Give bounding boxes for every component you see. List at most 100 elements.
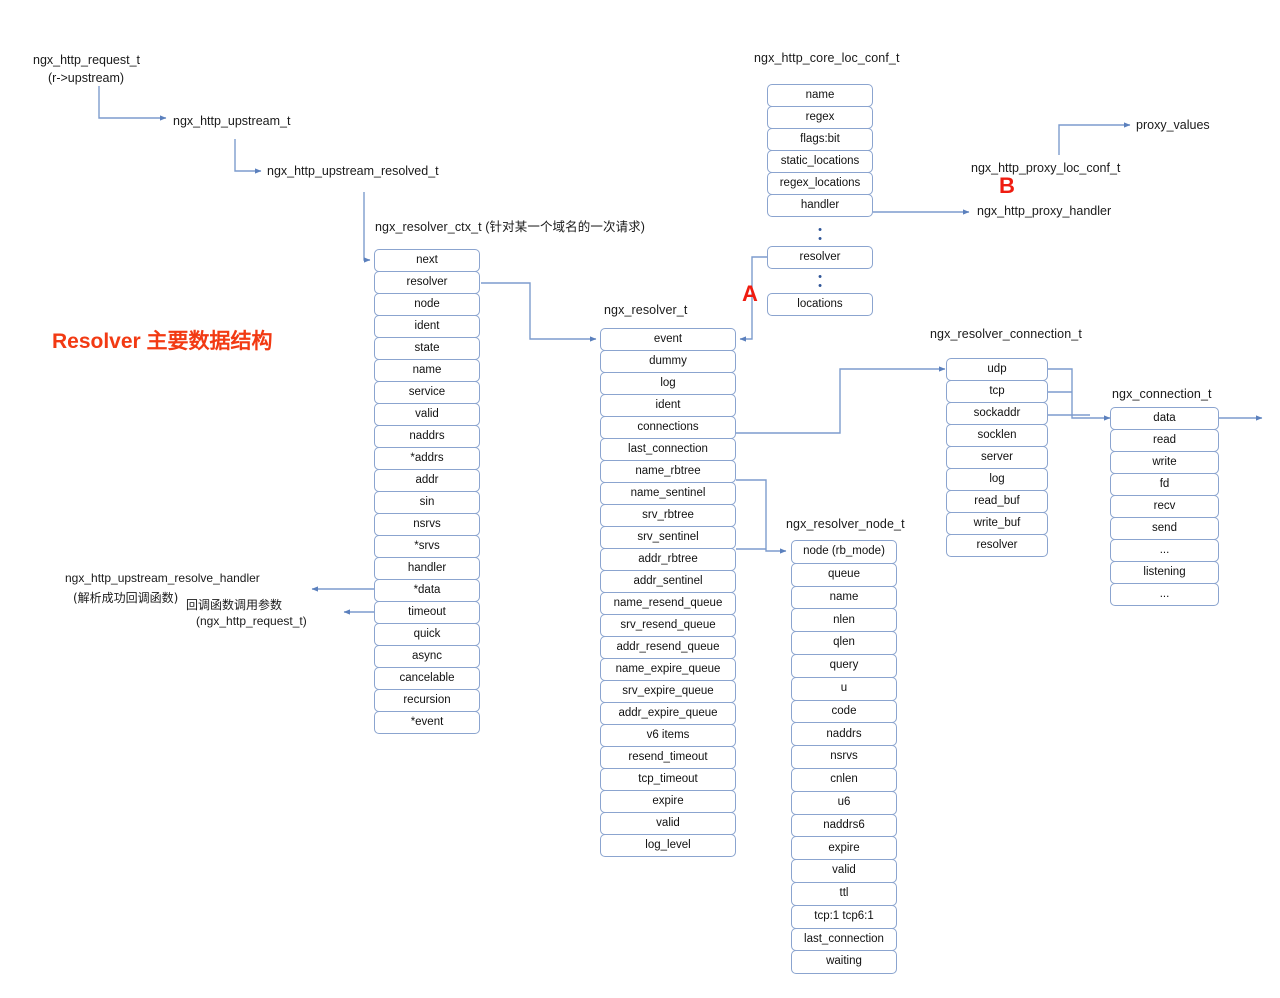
field-ngx_resolver_t-name-sentinel: name_sentinel: [600, 482, 736, 505]
label-callback-param: 回调函数调用参数: [186, 598, 283, 612]
field-ngx_connection_t-read: read: [1110, 429, 1219, 452]
field-ngx_resolver_t-resend-timeout: resend_timeout: [600, 746, 736, 769]
field-ngx_resolver_node_t-name: name: [791, 585, 897, 610]
field-ngx_resolver_node_t-u: u: [791, 676, 897, 701]
struct-title-ngx-resolver-connection-t: ngx_resolver_connection_t: [930, 327, 1082, 341]
field-ngx_resolver_t-connections: connections: [600, 416, 736, 439]
field-ngx_resolver_t-addr-rbtree: addr_rbtree: [600, 548, 736, 571]
field-ngx_resolver_connection_t-log: log: [946, 468, 1048, 491]
field-list-ngx-resolver-t: event dummy log ident connections last_connec…: [600, 328, 736, 857]
field-list-ngx-http-core-loc-conf-t: name regex flags:bit static_locations regex_…: [767, 84, 873, 217]
field-ngx_resolver_ctx_t-quick: quick: [374, 623, 480, 646]
field-ngx_resolver_node_t-tcp-1-tcp6-1: tcp:1 tcp6:1: [791, 904, 897, 929]
struct-title-ngx-connection-t: ngx_connection_t: [1112, 387, 1212, 401]
field-ngx_connection_t--: ...: [1110, 583, 1219, 606]
field-ngx_resolver_node_t-queue: queue: [791, 562, 897, 587]
field-ngx_resolver_connection_t-tcp: tcp: [946, 380, 1048, 403]
field-ngx_connection_t--: ...: [1110, 539, 1219, 562]
field-ngx_resolver_node_t-node-rb-mode-: node (rb_mode): [791, 540, 897, 564]
label-ngx-http-request-t-sub: (r->upstream): [48, 71, 125, 85]
field-ngx_resolver_ctx_t--data: *data: [374, 579, 480, 602]
label-resolve-handler-sub: (解析成功回调函数): [73, 591, 179, 605]
field-ngx_resolver_connection_t-write-buf: write_buf: [946, 512, 1048, 535]
field-ngx_resolver_ctx_t-state: state: [374, 337, 480, 360]
ellipsis-dots-2: • •: [818, 271, 822, 292]
field-ngx_resolver_node_t-ttl: ttl: [791, 881, 897, 906]
field-ngx_resolver_t-v6-items: v6 items: [600, 724, 736, 747]
field-ngx_resolver_node_t-qlen: qlen: [791, 631, 897, 655]
field-ngx_resolver_t-name-resend-queue: name_resend_queue: [600, 592, 736, 615]
field-list-ngx-resolver-ctx-t: next resolver node ident state name service val…: [374, 249, 480, 734]
field-ngx_resolver_ctx_t--srvs: *srvs: [374, 535, 480, 558]
field-list-ngx-resolver-connection-t: udp tcp sockaddr socklen server log read_buf wr…: [946, 358, 1048, 557]
field-ngx_resolver_ctx_t-addr: addr: [374, 469, 480, 492]
field-ngx_http_core_loc_conf_t-regex: regex: [767, 106, 873, 129]
field-ngx_resolver_node_t-waiting: waiting: [791, 950, 897, 975]
field-ngx_resolver_node_t-code: code: [791, 699, 897, 724]
label-ngx-http-request-t: ngx_http_request_t: [33, 53, 141, 67]
marker-b: B: [999, 173, 1015, 198]
field-list-ngx-connection-t: data read write fd recv send... listening...: [1110, 407, 1219, 606]
label-proxy-values: proxy_values: [1136, 118, 1210, 132]
field-ngx_resolver_node_t-naddrs: naddrs: [791, 722, 897, 747]
field-ngx_http_core_loc_conf_t-locations: locations: [767, 293, 873, 316]
field-list-ngx-http-core-loc-conf-t-resolver: resolver: [767, 246, 873, 269]
field-ngx_resolver_ctx_t-nsrvs: nsrvs: [374, 513, 480, 536]
field-ngx_connection_t-recv: recv: [1110, 495, 1219, 518]
field-ngx_resolver_t-srv-rbtree: srv_rbtree: [600, 504, 736, 527]
field-ngx_resolver_connection_t-sockaddr: sockaddr: [946, 402, 1048, 425]
field-ngx_resolver_t-last-connection: last_connection: [600, 438, 736, 461]
field-ngx_resolver_ctx_t-sin: sin: [374, 491, 480, 514]
field-ngx_connection_t-send: send: [1110, 517, 1219, 540]
field-ngx_resolver_t-name-expire-queue: name_expire_queue: [600, 658, 736, 681]
field-ngx_connection_t-listening: listening: [1110, 561, 1219, 584]
field-ngx_resolver_t-addr-resend-queue: addr_resend_queue: [600, 636, 736, 659]
diagram-canvas: ngx_http_request_t (r->upstream) ngx_htt…: [0, 0, 1280, 998]
field-ngx_resolver_ctx_t-handler: handler: [374, 557, 480, 580]
field-ngx_resolver_node_t-last-connection: last_connection: [791, 927, 897, 952]
field-ngx_resolver_ctx_t-naddrs: naddrs: [374, 425, 480, 448]
field-ngx_resolver_ctx_t-timeout: timeout: [374, 601, 480, 624]
field-ngx_resolver_ctx_t-recursion: recursion: [374, 689, 480, 712]
field-ngx_resolver_node_t-cnlen: cnlen: [791, 767, 897, 792]
field-ngx_connection_t-write: write: [1110, 451, 1219, 474]
field-ngx_resolver_ctx_t-resolver: resolver: [374, 271, 480, 294]
field-ngx_resolver_ctx_t--event: *event: [374, 711, 480, 734]
field-ngx_resolver_node_t-u6: u6: [791, 790, 897, 815]
field-ngx_resolver_ctx_t-cancelable: cancelable: [374, 667, 480, 690]
field-ngx_resolver_node_t-query: query: [791, 653, 897, 678]
label-ngx-http-proxy-handler: ngx_http_proxy_handler: [977, 204, 1112, 218]
field-ngx_resolver_t-name-rbtree: name_rbtree: [600, 460, 736, 483]
label-callback-param-sub: (ngx_http_request_t): [196, 614, 307, 628]
struct-title-ngx-resolver-t: ngx_resolver_t: [604, 303, 688, 317]
field-list-ngx-resolver-node-t: node (rb_mode) queue name nlen qlen query u cod…: [791, 540, 897, 975]
field-ngx_resolver_t-srv-sentinel: srv_sentinel: [600, 526, 736, 549]
field-ngx_resolver_t-valid: valid: [600, 812, 736, 835]
field-ngx_http_core_loc_conf_t-name: name: [767, 84, 873, 107]
field-ngx_resolver_t-ident: ident: [600, 394, 736, 417]
field-ngx_resolver_connection_t-socklen: socklen: [946, 424, 1048, 447]
field-ngx_resolver_t-addr-sentinel: addr_sentinel: [600, 570, 736, 593]
field-ngx_resolver_connection_t-server: server: [946, 446, 1048, 469]
field-ngx_resolver_ctx_t-name: name: [374, 359, 480, 382]
field-ngx_resolver_node_t-nlen: nlen: [791, 608, 897, 633]
field-ngx_resolver_node_t-expire: expire: [791, 836, 897, 861]
field-ngx_resolver_t-dummy: dummy: [600, 350, 736, 373]
page-title: Resolver 主要数据结构: [52, 330, 273, 353]
field-ngx_resolver_t-event: event: [600, 328, 736, 351]
field-ngx_connection_t-fd: fd: [1110, 473, 1219, 496]
field-ngx_resolver_ctx_t-node: node: [374, 293, 480, 316]
field-ngx_resolver_t-srv-expire-queue: srv_expire_queue: [600, 680, 736, 703]
field-ngx_http_core_loc_conf_t-flags-bit: flags:bit: [767, 128, 873, 151]
label-ngx-http-proxy-loc-conf-t: ngx_http_proxy_loc_conf_t: [971, 161, 1121, 175]
field-ngx_resolver_connection_t-resolver: resolver: [946, 534, 1048, 557]
label-ngx-http-upstream-resolved-t: ngx_http_upstream_resolved_t: [267, 164, 439, 178]
field-ngx_http_core_loc_conf_t-handler: handler: [767, 194, 873, 217]
struct-title-ngx-http-core-loc-conf-t: ngx_http_core_loc_conf_t: [754, 51, 900, 65]
label-ngx-http-upstream-t: ngx_http_upstream_t: [173, 114, 291, 128]
field-ngx_resolver_node_t-nsrvs: nsrvs: [791, 745, 897, 769]
field-ngx_resolver_ctx_t-async: async: [374, 645, 480, 668]
field-ngx_http_core_loc_conf_t-static-locations: static_locations: [767, 150, 873, 173]
field-ngx_resolver_t-addr-expire-queue: addr_expire_queue: [600, 702, 736, 725]
field-ngx_resolver_t-tcp-timeout: tcp_timeout: [600, 768, 736, 791]
